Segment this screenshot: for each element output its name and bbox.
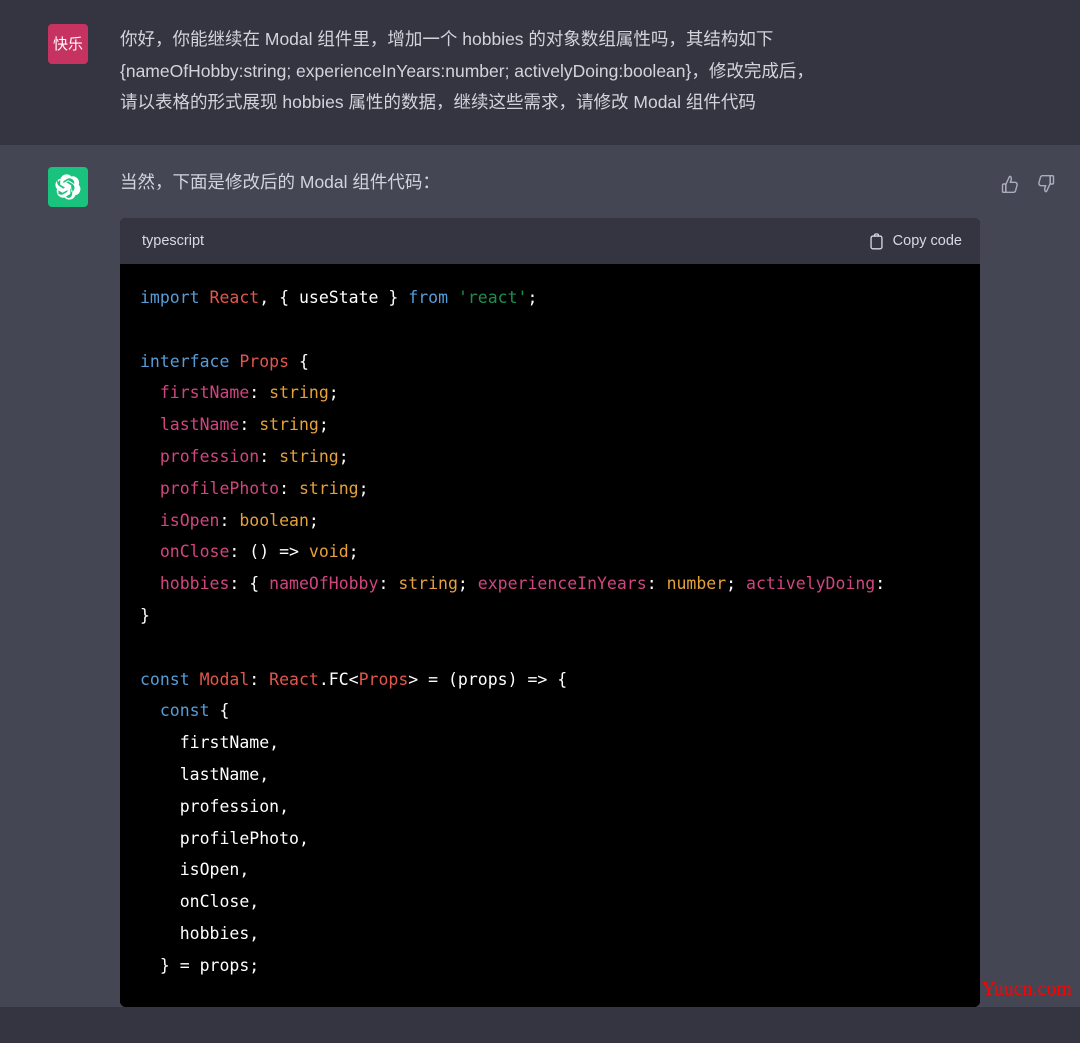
code-language-label: typescript <box>142 233 205 249</box>
avatar-user-label: 快乐 <box>52 35 83 53</box>
avatar-user: 快乐 <box>48 24 88 64</box>
thumbs-up-icon[interactable] <box>999 173 1021 195</box>
user-message-inner: 快乐 你好，你能继续在 Modal 组件里，增加一个 hobbies 的对象数组… <box>0 0 1080 145</box>
code-line: hobbies, <box>140 923 260 943</box>
user-message-text: 你好，你能继续在 Modal 组件里，增加一个 hobbies 的对象数组属性吗… <box>120 29 814 112</box>
code-line: profession: string; <box>140 446 349 466</box>
code-line: const { <box>140 701 230 721</box>
code-line: const Modal: React.FC<Props> = (props) =… <box>140 669 568 689</box>
code-content: import React, { useState } from 'react';… <box>140 282 980 982</box>
user-message-body: 你好，你能继续在 Modal 组件里，增加一个 hobbies 的对象数组属性吗… <box>120 24 1080 119</box>
code-block-header: typescript Copy code <box>120 218 980 264</box>
code-line: profilePhoto, <box>140 828 309 848</box>
chat-conversation: 快乐 你好，你能继续在 Modal 组件里，增加一个 hobbies 的对象数组… <box>0 0 1080 1043</box>
message-feedback-controls <box>999 173 1057 195</box>
openai-logo-icon <box>55 173 81 200</box>
assistant-message-inner: 当然，下面是修改后的 Modal 组件代码： typescript Copy c… <box>0 145 1080 1007</box>
code-line: } = props; <box>140 955 260 975</box>
code-line: interface Props { <box>140 351 309 371</box>
clipboard-icon <box>869 232 884 250</box>
code-block: typescript Copy code import React, {use… <box>120 218 980 1007</box>
code-line: firstName, <box>140 733 280 753</box>
code-line: import React, { useState } from 'react'; <box>140 288 538 307</box>
copy-code-label: Copy code <box>892 233 962 249</box>
code-line: } <box>140 605 150 625</box>
code-line: isOpen, <box>140 860 250 880</box>
code-line: onClose, <box>140 892 260 912</box>
code-block-body[interactable]: import React, { useState } from 'react';… <box>120 264 980 1007</box>
code-line: onClose: () => void; <box>140 542 359 562</box>
assistant-message-row: 当然，下面是修改后的 Modal 组件代码： typescript Copy c… <box>0 144 1080 1007</box>
code-line: lastName, <box>140 764 270 784</box>
code-line: profilePhoto: string; <box>140 478 369 498</box>
copy-code-button[interactable]: Copy code <box>869 232 962 250</box>
code-line: profession, <box>140 796 290 816</box>
code-line: firstName: string; <box>140 383 339 403</box>
assistant-message-text: 当然，下面是修改后的 Modal 组件代码： <box>120 171 440 192</box>
code-line: lastName: string; <box>140 415 329 435</box>
avatar-assistant <box>48 166 88 207</box>
code-line: hobbies: { nameOfHobby: string; experien… <box>140 574 886 594</box>
code-line: isOpen: boolean; <box>140 510 319 530</box>
user-message-row: 快乐 你好，你能继续在 Modal 组件里，增加一个 hobbies 的对象数组… <box>0 0 1080 145</box>
thumbs-down-icon[interactable] <box>1035 173 1057 195</box>
assistant-message-body: 当然，下面是修改后的 Modal 组件代码： typescript Copy c… <box>120 167 1080 1007</box>
